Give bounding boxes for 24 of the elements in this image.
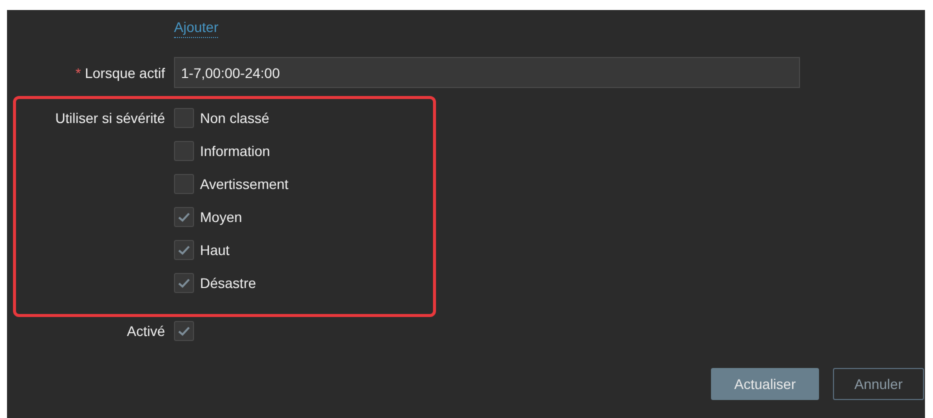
checkbox-label: Désastre — [200, 275, 256, 291]
checkbox[interactable] — [174, 321, 194, 341]
checkbox[interactable] — [174, 108, 194, 128]
checkbox[interactable] — [174, 207, 194, 227]
checkbox-label: Moyen — [200, 209, 242, 225]
field-label: Activé — [126, 323, 165, 339]
add-link[interactable]: Ajouter — [174, 18, 218, 38]
field-label: Utiliser si sévérité — [54, 109, 165, 128]
check-icon — [177, 211, 191, 223]
cancel-button[interactable]: Annuler — [833, 368, 924, 400]
update-button[interactable]: Actualiser — [711, 368, 819, 400]
checkbox[interactable] — [174, 240, 194, 260]
checkbox[interactable] — [174, 273, 194, 293]
checkbox-label: Haut — [200, 242, 230, 258]
input-field[interactable]: 1-7,00:00-24:00 — [174, 57, 800, 88]
checkbox-label: Information — [200, 143, 270, 159]
check-icon — [177, 325, 191, 337]
checkbox-label: Avertissement — [200, 176, 288, 192]
field-label: * Lorsque actif — [74, 64, 165, 80]
checkbox-label: Non classé — [200, 110, 270, 126]
check-icon — [177, 277, 191, 289]
checkbox[interactable] — [174, 174, 194, 194]
checkbox[interactable] — [174, 141, 194, 161]
check-icon — [177, 244, 191, 256]
